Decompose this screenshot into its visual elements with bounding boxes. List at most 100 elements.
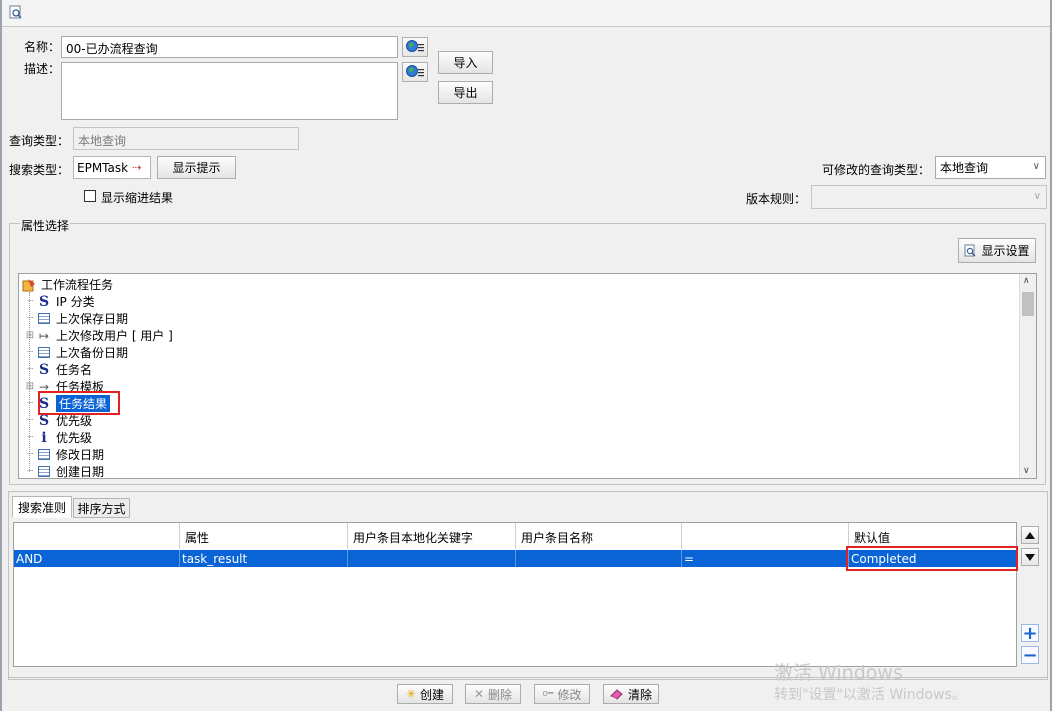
delete-icon: ✕ [473, 687, 485, 701]
tree-scrollbar[interactable]: ∧ ∨ [1019, 274, 1036, 478]
scroll-up-icon[interactable]: ∧ [1023, 276, 1030, 286]
search-type-label: 搜索类型： [9, 163, 70, 177]
tree-item-label: 上次保存日期 [56, 312, 129, 326]
workflow-task-icon [22, 278, 36, 292]
tree-item-label: IP 分类 [56, 295, 95, 309]
calendar-icon [38, 449, 50, 460]
tree-item[interactable]: ⊞ ↦ 上次修改用户 [ 用户 ] [23, 327, 173, 344]
tree-item-label: 优先级 [56, 431, 93, 445]
description-label: 描述： [24, 62, 61, 76]
eraser-icon [610, 689, 623, 700]
tree-item[interactable]: ┈ i 优先级 [23, 429, 92, 446]
export-button[interactable]: 导出 [438, 81, 493, 104]
revision-rule-label: 版本规则： [746, 192, 807, 206]
query-preview-icon[interactable] [9, 5, 23, 20]
key-icon: o━ [542, 689, 554, 699]
description-textarea[interactable] [61, 62, 398, 120]
query-type-label: 查询类型： [9, 134, 70, 148]
attribute-selection-title: 属性选择 [20, 217, 71, 234]
tab-sort-order[interactable]: 排序方式 [73, 498, 130, 518]
move-up-button[interactable] [1021, 526, 1039, 544]
tree-item[interactable]: ┈ S 任务名 [23, 361, 92, 378]
scrollbar-thumb[interactable] [1022, 292, 1034, 316]
query-type-field: 本地查询 [73, 127, 299, 150]
calendar-icon [38, 347, 50, 358]
calendar-icon [38, 313, 50, 324]
tree-item-label: 上次修改用户 [ 用户 ] [56, 329, 173, 343]
search-type-value: EPMTask [77, 160, 129, 175]
tree-item-label: 上次备份日期 [56, 346, 129, 360]
column-header-attribute: 属性 [180, 523, 348, 549]
tab-search-criteria[interactable]: 搜索准则 [12, 496, 72, 518]
top-toolbar [2, 0, 1050, 27]
highlight-box-tree [38, 391, 120, 415]
cell-attribute[interactable]: task_result [180, 550, 348, 567]
string-icon: S [38, 361, 50, 378]
create-button[interactable]: ✳ 创建 [397, 684, 453, 704]
tree-root-label: 工作流程任务 [41, 278, 114, 292]
sparkle-icon: ✳ [405, 687, 417, 701]
modifiable-query-type-label: 可修改的查询类型： [822, 163, 931, 177]
expand-icon[interactable]: ⊞ [23, 330, 37, 341]
cell-display-name[interactable] [516, 550, 682, 567]
column-header-localized-key: 用户条目本地化关键字 [348, 523, 516, 549]
cell-logic[interactable]: AND [14, 550, 180, 567]
chevron-down-icon: ∨ [1033, 191, 1041, 202]
attribute-tree[interactable]: 工作流程任务 ┈ S IP 分类 ┈ 上次保存日期 ⊞ ↦ 上次修改用户 [ 用… [18, 273, 1037, 479]
tree-item[interactable]: ┈ S IP 分类 [23, 293, 95, 310]
move-down-button[interactable] [1021, 548, 1039, 566]
string-icon: S [38, 412, 50, 429]
show-hint-button[interactable]: 显示提示 [157, 156, 236, 179]
activate-windows-subtitle: 转到"设置"以激活 Windows。 [774, 687, 966, 703]
name-input[interactable]: 00-已办流程查询 [61, 36, 398, 58]
tree-item[interactable]: ┈ 修改日期 [23, 446, 104, 463]
tree-item-label: 创建日期 [56, 465, 105, 479]
modifiable-query-type-value: 本地查询 [940, 161, 989, 175]
plus-icon: + [1022, 622, 1038, 644]
tree-root[interactable]: 工作流程任务 [22, 276, 113, 293]
cell-localized-key[interactable] [348, 550, 516, 567]
minus-icon: − [1022, 644, 1038, 666]
window-left-border [0, 0, 2, 711]
tree-item-label: 修改日期 [56, 448, 105, 462]
chevron-down-icon: ∨ [1032, 161, 1040, 172]
globe-icon [406, 65, 424, 77]
reference-icon: ↦ [38, 328, 50, 343]
triangle-down-icon [1025, 553, 1035, 561]
criteria-table[interactable]: 属性 用户条目本地化关键字 用户条目名称 默认值 AND task_result… [13, 522, 1017, 667]
calendar-icon [38, 466, 50, 477]
activate-windows-title: 激活 Windows [774, 662, 903, 684]
delete-button[interactable]: ✕ 删除 [465, 684, 521, 704]
name-localize-button[interactable] [402, 37, 428, 57]
name-label: 名称： [24, 40, 61, 54]
modify-button[interactable]: o━ 修改 [534, 684, 590, 704]
clear-button[interactable]: 清除 [603, 684, 659, 704]
show-indented-label: 显示缩进结果 [101, 191, 174, 205]
display-settings-button[interactable]: 显示设置 [958, 238, 1036, 263]
show-indented-checkbox[interactable] [84, 190, 96, 202]
column-header [14, 523, 180, 549]
globe-icon [406, 40, 424, 52]
tree-item[interactable]: ┈ 上次保存日期 [23, 310, 128, 327]
revision-rule-select: ∨ [811, 185, 1047, 209]
cell-operator[interactable]: = [682, 550, 849, 567]
search-type-selector[interactable]: EPMTask ⇢ [73, 156, 151, 179]
display-settings-icon [964, 244, 976, 256]
highlight-box-default-value [846, 546, 1018, 571]
tree-item[interactable]: ┈ 创建日期 [23, 463, 105, 479]
add-row-button[interactable]: + [1021, 622, 1039, 644]
column-header-operator [682, 523, 849, 549]
description-localize-button[interactable] [402, 62, 428, 82]
expand-icon[interactable]: ⊞ [23, 381, 37, 392]
modifiable-query-type-select[interactable]: 本地查询 ∨ [935, 156, 1046, 179]
import-button[interactable]: 导入 [438, 51, 493, 74]
triangle-up-icon [1025, 531, 1035, 539]
scroll-down-icon[interactable]: ∨ [1023, 466, 1030, 476]
display-settings-label: 显示设置 [981, 244, 1030, 258]
string-icon: S [38, 293, 50, 310]
remove-row-button[interactable]: − [1021, 644, 1039, 666]
tree-item-label: 任务名 [56, 363, 93, 377]
column-header-display-name: 用户条目名称 [516, 523, 682, 549]
integer-icon: i [41, 429, 47, 446]
tree-item[interactable]: ┈ 上次备份日期 [23, 344, 128, 361]
